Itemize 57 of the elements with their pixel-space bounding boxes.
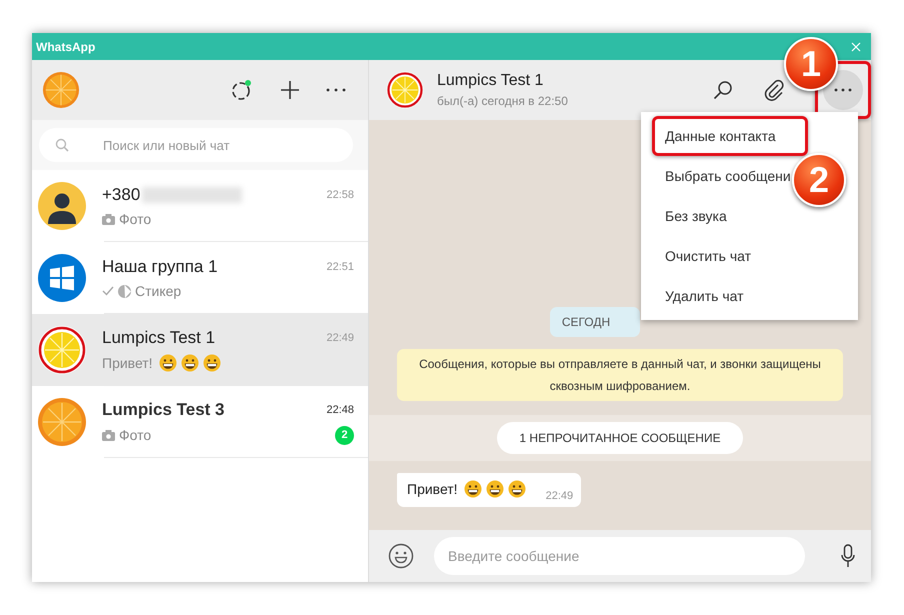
menu-item[interactable]: Выбрать сообщени	[641, 156, 791, 196]
avatar-icon[interactable]	[387, 72, 423, 108]
message-preview: Фото	[119, 211, 152, 227]
search-icon[interactable]	[713, 80, 733, 100]
chat-name: +380	[102, 185, 140, 205]
grinning-face-icon	[202, 354, 221, 372]
grinning-face-icon	[158, 354, 177, 372]
sticker-icon	[118, 284, 131, 298]
camera-icon	[102, 430, 115, 440]
menu-item[interactable]: Без звука	[641, 196, 727, 236]
chat-time: 22:58	[326, 189, 354, 201]
avatar-icon	[38, 182, 86, 230]
window-title: WhatsApp	[36, 40, 96, 54]
search-field[interactable]: Поиск или новый чат	[39, 128, 353, 162]
chat-item[interactable]: Lumpics Test 3 22:48 Фото 2	[32, 386, 368, 458]
microphone-icon[interactable]	[841, 544, 855, 568]
menu-item[interactable]: Очистить чат	[641, 236, 752, 276]
more-icon	[834, 88, 852, 92]
grinning-face-icon	[486, 480, 504, 498]
emoji-icon[interactable]	[388, 543, 414, 569]
avatar-icon	[38, 254, 86, 302]
status-icon[interactable]	[230, 78, 254, 102]
message-preview: Стикер	[135, 283, 182, 299]
chat-time: 22:49	[326, 332, 354, 344]
encryption-notice: Сообщения, которые вы отправляете в данный чат, и звонки защищены сквозным шифрованием.	[397, 349, 843, 401]
grinning-face-icon	[464, 480, 482, 498]
avatar-icon	[38, 326, 86, 374]
message-field[interactable]: Введите сообщение	[434, 537, 805, 575]
grinning-face-icon	[180, 354, 199, 372]
chat-name: Lumpics Test 1	[102, 328, 216, 348]
more-button[interactable]	[823, 70, 863, 110]
search-icon	[55, 138, 69, 152]
menu-item[interactable]: Данные контакта	[652, 116, 808, 156]
plus-icon[interactable]	[280, 80, 300, 100]
camera-icon	[102, 214, 115, 224]
avatar-icon	[38, 398, 86, 446]
last-seen: был(-а) сегодня в 22:50	[437, 94, 568, 108]
chat-item[interactable]: Lumpics Test 1 22:49 Привет!	[32, 314, 368, 386]
unread-divider: 1 НЕПРОЧИТАННОЕ СООБЩЕНИЕ	[497, 422, 743, 454]
chat-item[interactable]: Наша группа 1 22:51 Стикер	[32, 242, 368, 314]
message-time: 22:49	[546, 490, 574, 502]
grinning-face-icon	[508, 480, 526, 498]
chat-item[interactable]: +380 22:58 Фото	[32, 170, 368, 242]
message-text: Привет!	[407, 481, 458, 497]
message-preview: Фото	[119, 427, 152, 443]
more-icon[interactable]	[326, 88, 346, 92]
paperclip-icon[interactable]	[763, 79, 785, 101]
unread-badge: 2	[335, 426, 354, 444]
chat-name: Наша группа 1	[102, 257, 218, 277]
check-icon	[102, 286, 114, 296]
chat-name: Lumpics Test 3	[102, 400, 224, 420]
menu-item[interactable]: Удалить чат	[641, 276, 744, 316]
chat-time: 22:48	[326, 404, 354, 416]
date-chip: СЕГОДН	[550, 307, 640, 337]
chat-time: 22:51	[326, 261, 354, 273]
contact-name: Lumpics Test 1	[437, 72, 544, 90]
message-preview: Привет!	[102, 355, 153, 371]
